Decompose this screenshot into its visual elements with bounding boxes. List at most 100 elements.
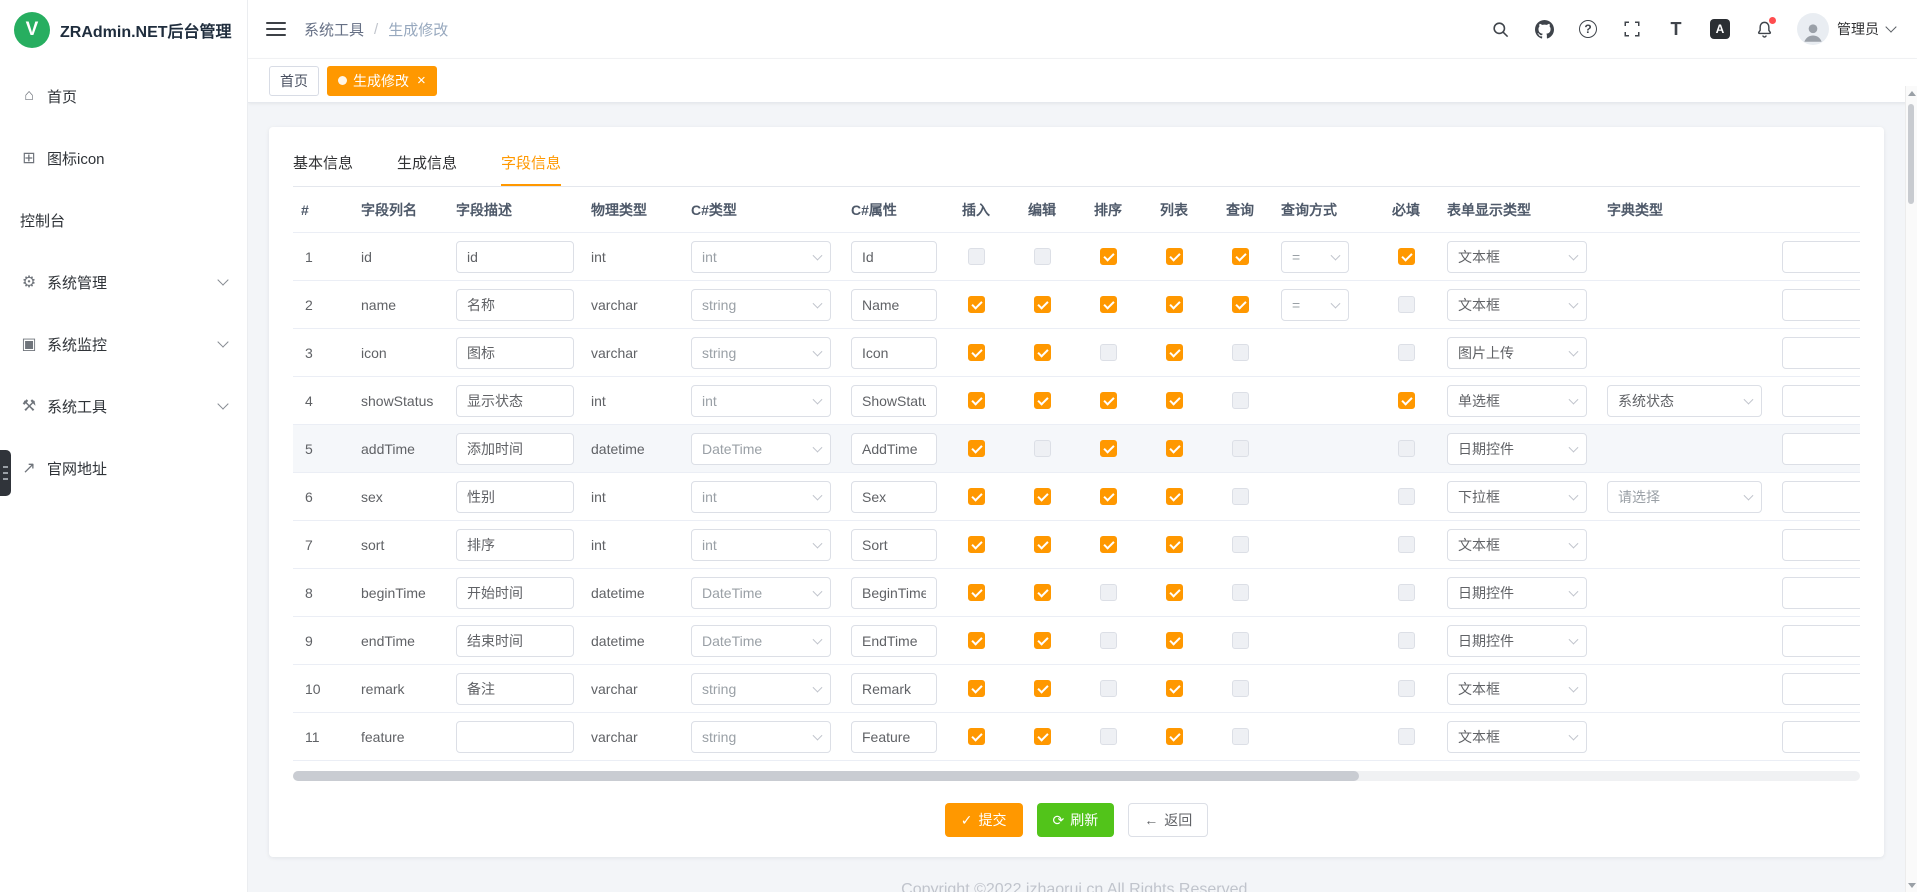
vertical-scrollbar-thumb[interactable]: [1908, 104, 1914, 204]
sort-checkbox[interactable]: [1100, 392, 1117, 409]
refresh-button[interactable]: ⟳ 刷新: [1037, 803, 1115, 837]
extra-input[interactable]: [1782, 241, 1860, 273]
edit-checkbox[interactable]: [1034, 632, 1051, 649]
query-checkbox[interactable]: [1232, 488, 1249, 505]
back-button[interactable]: ← 返回: [1128, 803, 1208, 837]
required-checkbox[interactable]: [1398, 488, 1415, 505]
vertical-scrollbar[interactable]: [1905, 86, 1917, 892]
extra-input[interactable]: [1782, 385, 1860, 417]
extra-input[interactable]: [1782, 577, 1860, 609]
csharp-property-input[interactable]: [851, 385, 937, 417]
scroll-up-arrow[interactable]: [1906, 86, 1917, 100]
query-checkbox[interactable]: [1232, 248, 1249, 265]
extra-input[interactable]: [1782, 433, 1860, 465]
required-checkbox[interactable]: [1398, 344, 1415, 361]
query-type-select[interactable]: =: [1281, 241, 1349, 273]
query-checkbox[interactable]: [1232, 728, 1249, 745]
csharp-type-select[interactable]: string: [691, 721, 831, 753]
form-tab[interactable]: 字段信息: [501, 141, 561, 186]
sort-checkbox[interactable]: [1100, 440, 1117, 457]
sort-checkbox[interactable]: [1100, 344, 1117, 361]
extra-input[interactable]: [1782, 625, 1860, 657]
query-checkbox[interactable]: [1232, 440, 1249, 457]
theme-drawer-handle[interactable]: [0, 450, 11, 496]
csharp-type-select[interactable]: string: [691, 289, 831, 321]
edit-checkbox[interactable]: [1034, 728, 1051, 745]
collapse-sidebar-icon[interactable]: [266, 22, 286, 36]
query-checkbox[interactable]: [1232, 680, 1249, 697]
list-checkbox[interactable]: [1166, 680, 1183, 697]
sidebar-item[interactable]: ⊞ 图标icon: [0, 127, 247, 189]
list-checkbox[interactable]: [1166, 344, 1183, 361]
form-tab[interactable]: 生成信息: [397, 141, 457, 186]
tab-tag[interactable]: 生成修改 ×: [327, 66, 437, 96]
display-type-select[interactable]: 下拉框: [1447, 481, 1587, 513]
required-checkbox[interactable]: [1398, 392, 1415, 409]
insert-checkbox[interactable]: [968, 248, 985, 265]
field-description-input[interactable]: [456, 529, 574, 561]
display-type-select[interactable]: 文本框: [1447, 673, 1587, 705]
edit-checkbox[interactable]: [1034, 392, 1051, 409]
list-checkbox[interactable]: [1166, 440, 1183, 457]
csharp-property-input[interactable]: [851, 433, 937, 465]
display-type-select[interactable]: 日期控件: [1447, 577, 1587, 609]
submit-button[interactable]: ✓ 提交: [945, 803, 1023, 837]
sidebar-item[interactable]: ▣ 系统监控: [0, 313, 247, 375]
form-tab[interactable]: 基本信息: [293, 141, 353, 186]
sidebar-item[interactable]: ⌂ 首页: [0, 65, 247, 127]
extra-input[interactable]: [1782, 721, 1860, 753]
sort-checkbox[interactable]: [1100, 728, 1117, 745]
csharp-property-input[interactable]: [851, 481, 937, 513]
csharp-type-select[interactable]: int: [691, 481, 831, 513]
user-menu[interactable]: 管理员: [1797, 13, 1895, 45]
csharp-property-input[interactable]: [851, 577, 937, 609]
query-checkbox[interactable]: [1232, 392, 1249, 409]
insert-checkbox[interactable]: [968, 680, 985, 697]
list-checkbox[interactable]: [1166, 248, 1183, 265]
sort-checkbox[interactable]: [1100, 488, 1117, 505]
edit-checkbox[interactable]: [1034, 680, 1051, 697]
sidebar-item[interactable]: ⚙ 系统管理: [0, 251, 247, 313]
required-checkbox[interactable]: [1398, 536, 1415, 553]
sidebar-item[interactable]: ⚒ 系统工具: [0, 375, 247, 437]
sidebar-item[interactable]: 控制台: [0, 189, 247, 251]
translate-icon[interactable]: A: [1709, 18, 1731, 40]
insert-checkbox[interactable]: [968, 728, 985, 745]
edit-checkbox[interactable]: [1034, 248, 1051, 265]
csharp-type-select[interactable]: DateTime: [691, 433, 831, 465]
sort-checkbox[interactable]: [1100, 536, 1117, 553]
field-description-input[interactable]: [456, 721, 574, 753]
insert-checkbox[interactable]: [968, 488, 985, 505]
field-description-input[interactable]: [456, 433, 574, 465]
field-description-input[interactable]: [456, 337, 574, 369]
notification-bell-icon[interactable]: [1753, 18, 1775, 40]
field-description-input[interactable]: [456, 577, 574, 609]
list-checkbox[interactable]: [1166, 296, 1183, 313]
csharp-property-input[interactable]: [851, 721, 937, 753]
search-icon[interactable]: [1489, 18, 1511, 40]
csharp-property-input[interactable]: [851, 289, 937, 321]
scroll-down-arrow[interactable]: [1906, 878, 1917, 892]
dict-type-select[interactable]: 请选择: [1607, 481, 1762, 513]
extra-input[interactable]: [1782, 481, 1860, 513]
insert-checkbox[interactable]: [968, 632, 985, 649]
insert-checkbox[interactable]: [968, 536, 985, 553]
display-type-select[interactable]: 单选框: [1447, 385, 1587, 417]
csharp-type-select[interactable]: int: [691, 241, 831, 273]
display-type-select[interactable]: 文本框: [1447, 721, 1587, 753]
insert-checkbox[interactable]: [968, 344, 985, 361]
required-checkbox[interactable]: [1398, 680, 1415, 697]
edit-checkbox[interactable]: [1034, 536, 1051, 553]
required-checkbox[interactable]: [1398, 584, 1415, 601]
list-checkbox[interactable]: [1166, 584, 1183, 601]
csharp-property-input[interactable]: [851, 529, 937, 561]
csharp-property-input[interactable]: [851, 241, 937, 273]
csharp-property-input[interactable]: [851, 337, 937, 369]
insert-checkbox[interactable]: [968, 584, 985, 601]
required-checkbox[interactable]: [1398, 248, 1415, 265]
required-checkbox[interactable]: [1398, 440, 1415, 457]
field-description-input[interactable]: [456, 481, 574, 513]
field-description-input[interactable]: [456, 385, 574, 417]
insert-checkbox[interactable]: [968, 392, 985, 409]
field-description-input[interactable]: [456, 625, 574, 657]
